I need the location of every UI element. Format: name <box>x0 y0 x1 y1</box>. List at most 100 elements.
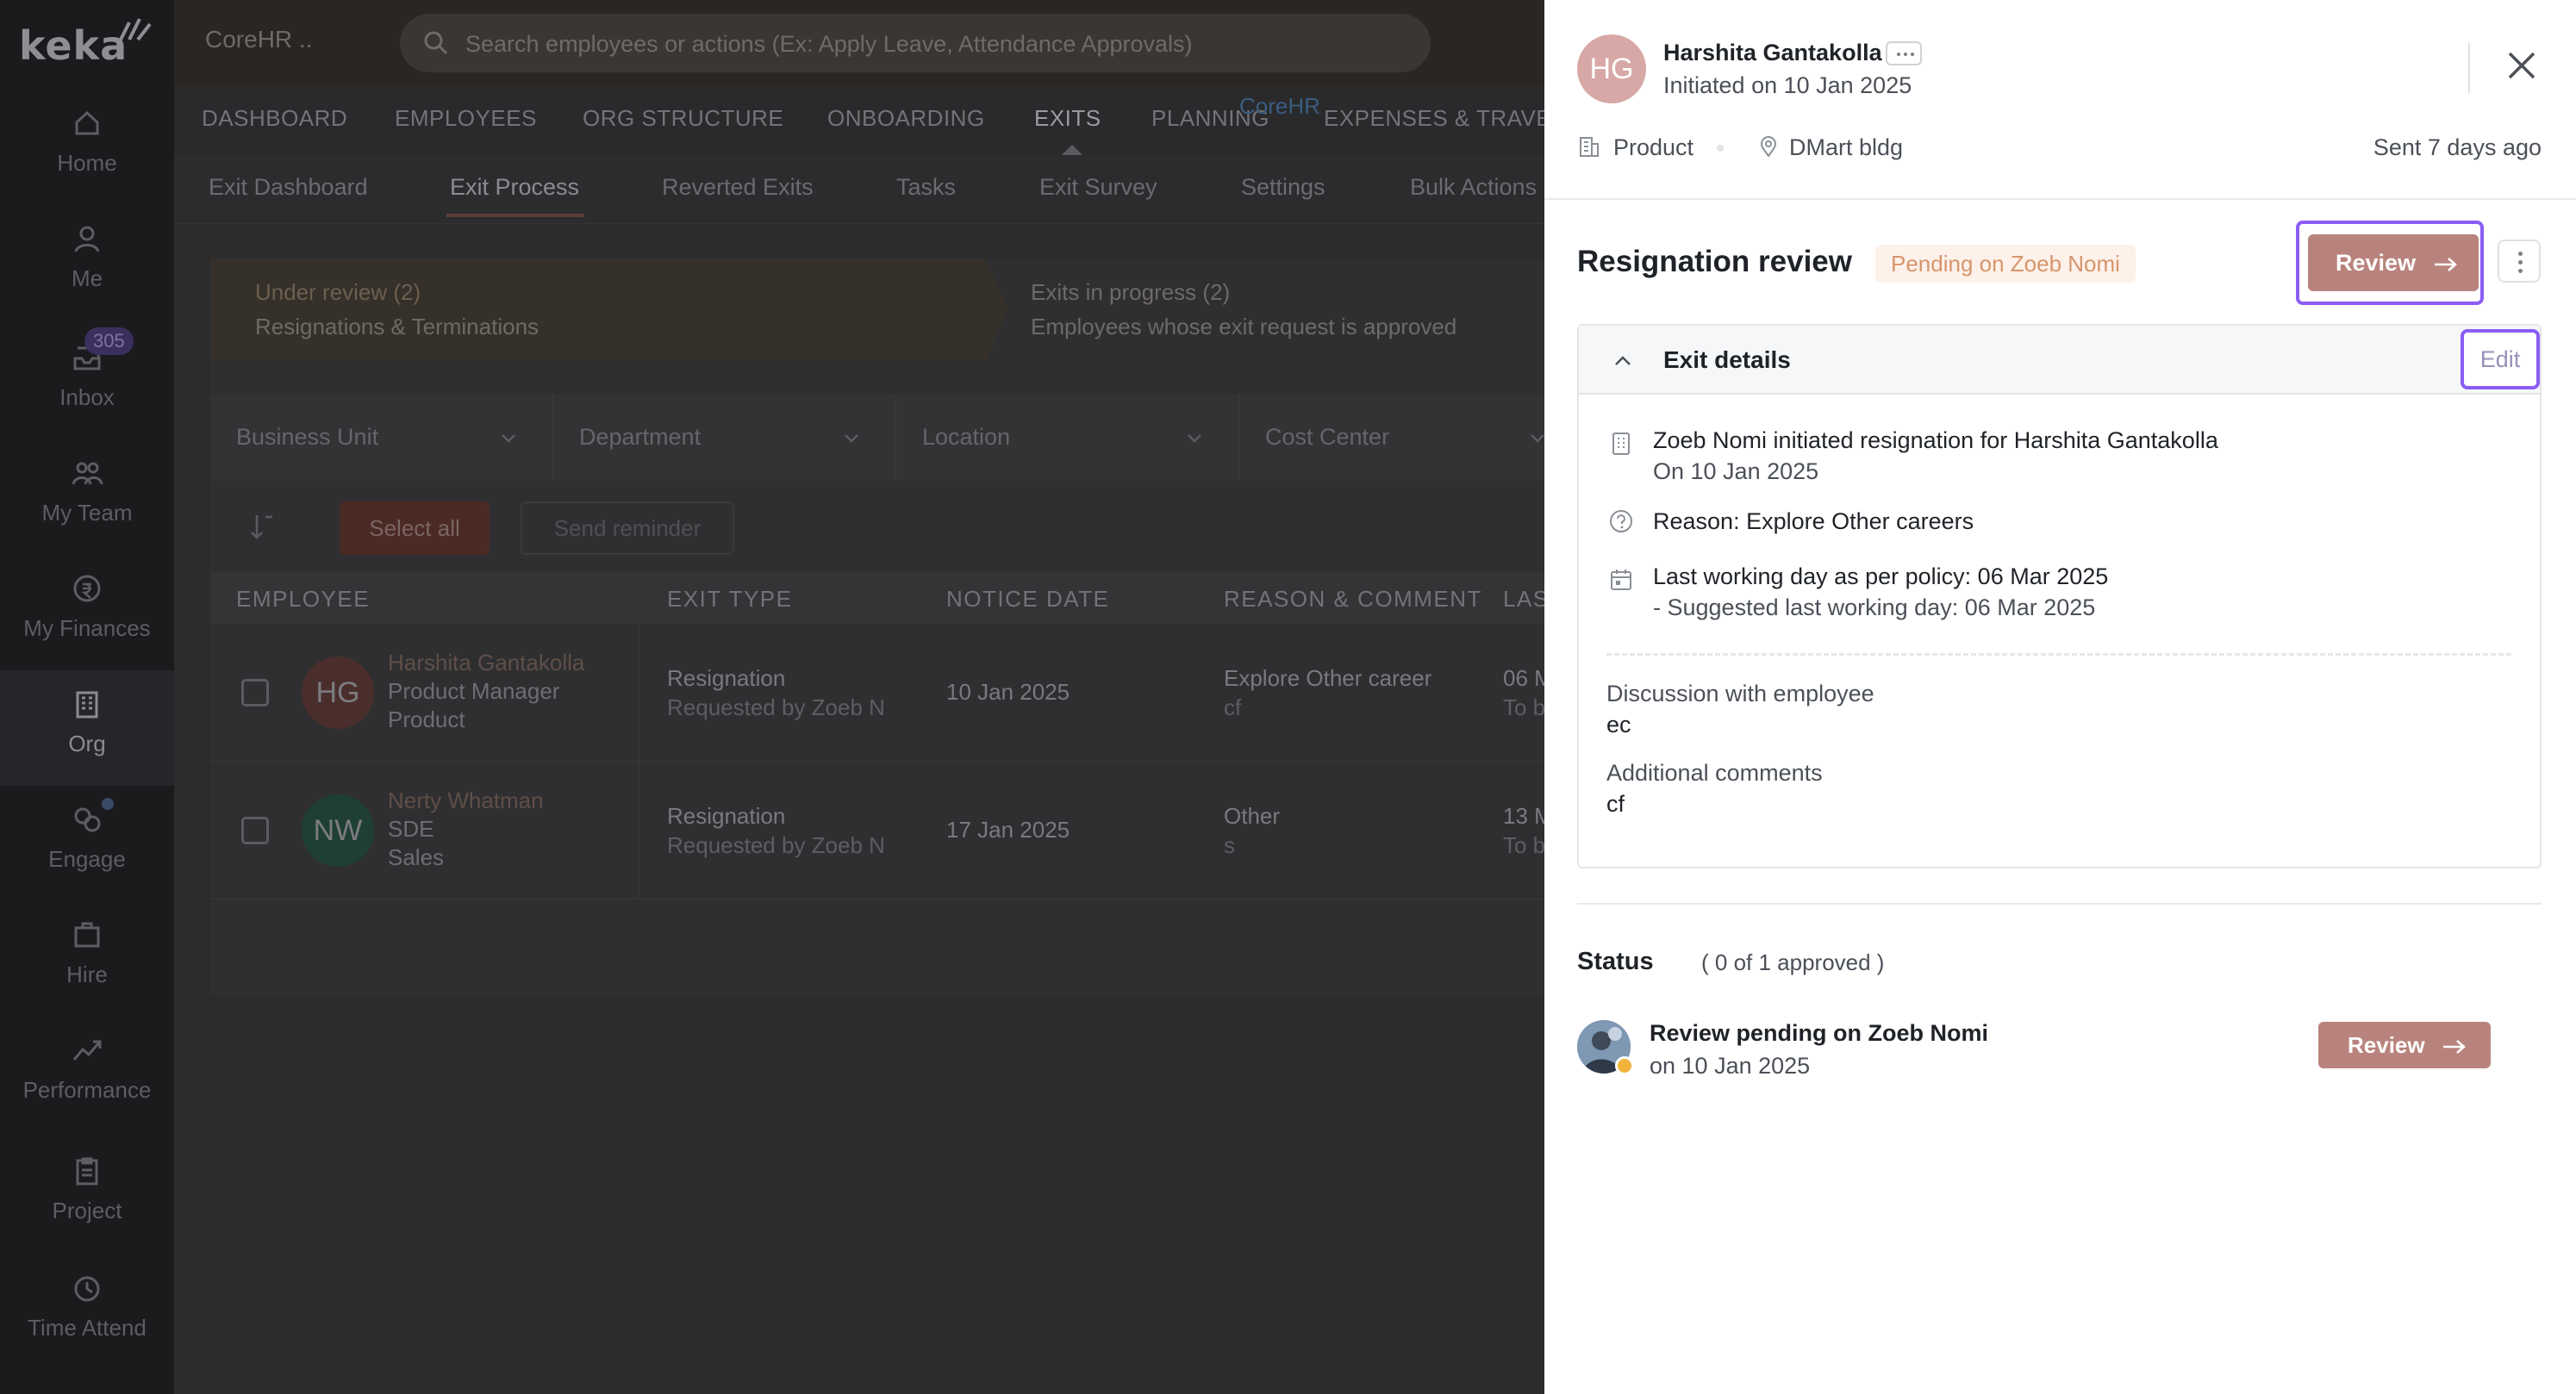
rail-label: Performance <box>22 1077 152 1103</box>
keka-logo[interactable]: keka <box>19 16 152 69</box>
row-checkbox[interactable] <box>241 679 269 706</box>
nav-exits[interactable]: EXITS <box>1034 105 1101 132</box>
sort-icon[interactable] <box>248 512 274 543</box>
filter-label: Cost Center <box>1265 424 1390 450</box>
exit-reason: Explore Other career <box>1224 665 1432 691</box>
details-divider <box>1606 653 2511 656</box>
filter-location[interactable]: Location <box>896 395 1239 481</box>
rail-my-team[interactable]: My Team <box>0 457 174 551</box>
stage-title: Exits in progress (2) <box>1031 279 1231 305</box>
rail-project[interactable]: Project <box>0 1154 174 1249</box>
filter-bar: Business Unit Department Location Cost C… <box>210 395 1555 481</box>
employee-cell: HG Harshita Gantakolla Product Manager P… <box>210 624 639 762</box>
rail-hire[interactable]: Hire <box>0 918 174 1013</box>
more-actions-button[interactable] <box>2498 240 2541 283</box>
employee-avatar: HG <box>1577 34 1646 103</box>
org-icon <box>76 691 98 719</box>
search-placeholder: Search employees or actions (Ex: Apply L… <box>465 31 1193 57</box>
stage-switcher: Under review (2) Resignations & Terminat… <box>210 258 1555 360</box>
rail-org[interactable]: Org <box>0 670 174 786</box>
nav-expenses-travel[interactable]: EXPENSES & TRAVEL <box>1324 105 1564 132</box>
edit-button[interactable]: Edit <box>2461 329 2540 389</box>
rail-label: My Finances <box>23 615 151 641</box>
meta-separator-dot <box>1717 145 1724 152</box>
arrow-right-icon <box>2442 1040 2466 1055</box>
filter-label: Business Unit <box>236 424 379 450</box>
rail-label: My Team <box>41 500 133 526</box>
filter-cost-center[interactable]: Cost Center <box>1239 395 1555 481</box>
employee-name[interactable]: Nerty Whatman <box>388 787 544 814</box>
rail-me[interactable]: Me <box>0 222 174 317</box>
comments-value: cf <box>1606 791 1625 817</box>
rail-engage[interactable]: Engage <box>0 798 174 898</box>
table-row[interactable]: HG Harshita Gantakolla Product Manager P… <box>210 624 1555 762</box>
employee-name[interactable]: Harshita Gantakolla <box>1663 40 1882 66</box>
home-icon <box>75 110 99 135</box>
review-button-label: Review <box>2336 250 2417 276</box>
rail-label: Inbox <box>59 384 115 410</box>
tab-reverted-exits[interactable]: Reverted Exits <box>662 174 814 201</box>
filter-department[interactable]: Department <box>553 395 896 481</box>
rail-inbox[interactable]: 305 Inbox <box>0 327 174 436</box>
tab-exit-process[interactable]: Exit Process <box>450 174 579 201</box>
rail-performance[interactable]: Performance <box>0 1034 174 1129</box>
tab-tasks[interactable]: Tasks <box>896 174 956 201</box>
more-info-button[interactable] <box>1886 41 1922 65</box>
rail-home[interactable]: Home <box>0 107 174 202</box>
pending-status-badge: Pending on Zoeb Nomi <box>1875 245 2136 283</box>
employee-name[interactable]: Harshita Gantakolla <box>388 650 584 676</box>
notice-date: 10 Jan 2025 <box>946 679 1070 705</box>
discussion-label: Discussion with employee <box>1606 681 1874 706</box>
nav-dashboard[interactable]: DASHBOARD <box>202 105 347 132</box>
select-all-button[interactable]: Select all <box>340 501 490 555</box>
rail-label: Engage <box>48 846 126 872</box>
stage-in-progress[interactable]: Exits in progress (2) Employees whose ex… <box>1020 258 1555 360</box>
employee-cell: NW Nerty Whatman SDE Sales <box>210 762 639 899</box>
table-row[interactable]: NW Nerty Whatman SDE Sales Resignation R… <box>210 762 1555 899</box>
nav-org-structure[interactable]: ORG STRUCTURE <box>583 105 783 132</box>
engage-notification-dot <box>102 798 114 810</box>
team-icon <box>72 462 103 485</box>
exit-reason: Reason: Explore Other careers <box>1653 508 1974 534</box>
rail-label: Time Attend <box>28 1315 147 1341</box>
tab-bulk-actions[interactable]: Bulk Actions <box>1410 174 1537 201</box>
tab-exit-survey[interactable]: Exit Survey <box>1039 174 1157 201</box>
filter-business-unit[interactable]: Business Unit <box>210 395 553 481</box>
exit-details-title: Exit details <box>1663 346 1791 373</box>
rail-my-finances[interactable]: My Finances <box>0 572 174 667</box>
chevron-up-icon[interactable] <box>1612 350 1634 372</box>
logo-text: keka <box>19 22 128 69</box>
review-button[interactable]: Review <box>2308 234 2479 291</box>
tab-exit-dashboard[interactable]: Exit Dashboard <box>209 174 368 201</box>
status-review-button[interactable]: Review <box>2318 1022 2491 1068</box>
col-reason-comment[interactable]: REASON & COMMENT <box>1224 586 1482 613</box>
col-notice-date[interactable]: NOTICE DATE <box>946 586 1109 613</box>
stage-under-review[interactable]: Under review (2) Resignations & Terminat… <box>210 258 1008 360</box>
status-title: Status <box>1577 948 1654 975</box>
col-exit-type[interactable]: EXIT TYPE <box>667 586 792 613</box>
rail-time-attend[interactable]: Time Attend <box>0 1272 174 1366</box>
exit-comment: cf <box>1224 694 1242 720</box>
rail-label: Home <box>57 150 117 176</box>
tab-settings[interactable]: Settings <box>1241 174 1325 201</box>
close-icon[interactable] <box>2504 48 2539 83</box>
exit-process-content: Under review (2) Resignations & Terminat… <box>210 258 1555 995</box>
global-search[interactable]: Search employees or actions (Ex: Apply L… <box>400 14 1431 72</box>
nav-employees[interactable]: EMPLOYEES <box>395 105 537 132</box>
col-last-day[interactable]: LAS <box>1503 586 1550 613</box>
nav-active-caret <box>1062 145 1082 155</box>
stage-title: Under review (2) <box>255 279 421 305</box>
exit-details-card: Exit details Edit Zoeb Nomi initiated re… <box>1577 324 2542 868</box>
section-divider <box>1577 903 2542 905</box>
bulk-actions-bar: Select all Send reminder <box>210 484 1555 570</box>
exit-type: Resignation <box>667 665 786 691</box>
module-switcher[interactable]: CoreHR .. <box>205 26 312 53</box>
col-employee[interactable]: EMPLOYEE <box>236 586 370 613</box>
send-reminder-button[interactable]: Send reminder <box>521 501 734 555</box>
exit-details-header[interactable]: Exit details Edit <box>1579 326 2540 395</box>
nav-onboarding[interactable]: ONBOARDING <box>827 105 985 132</box>
row-checkbox[interactable] <box>241 817 269 844</box>
building-icon <box>1612 433 1630 455</box>
finance-icon <box>73 575 101 602</box>
resignation-drawer: HG Harshita Gantakolla Initiated on 10 J… <box>1544 0 2576 1394</box>
